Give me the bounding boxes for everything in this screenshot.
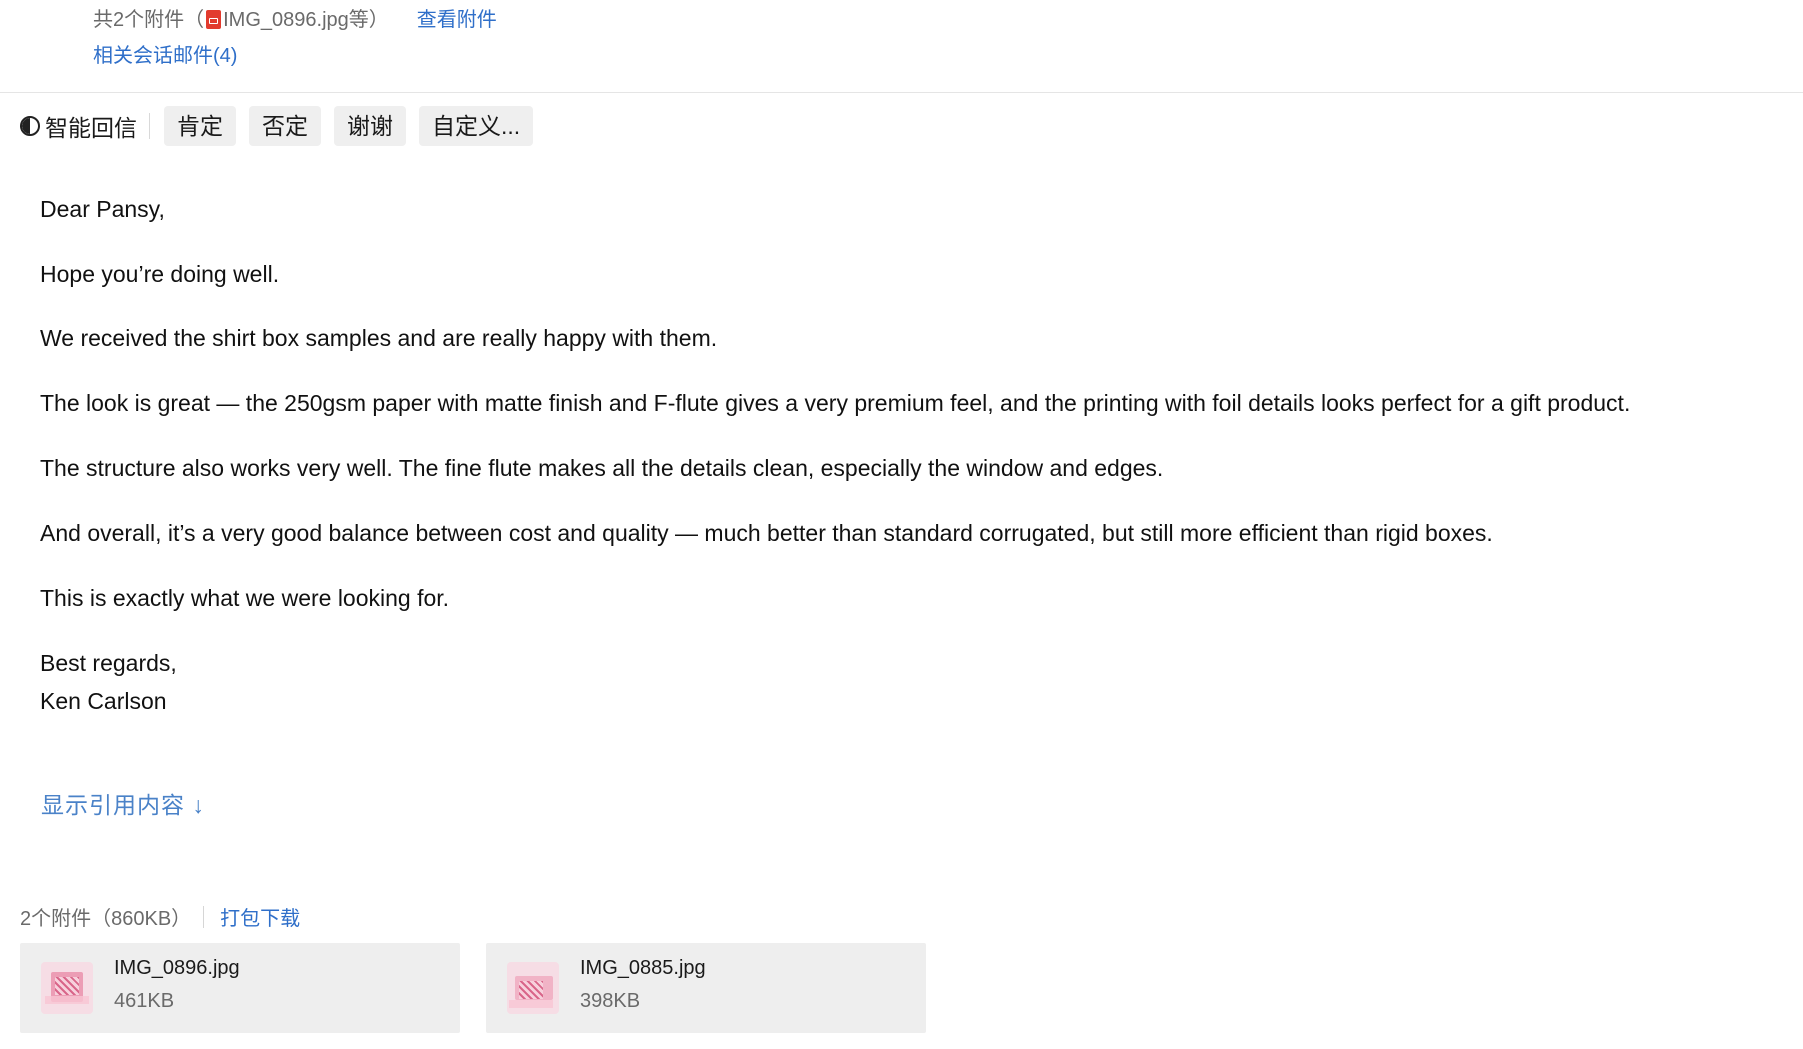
attachment-file-name: IMG_0885.jpg — [580, 957, 706, 979]
smart-reply-chip-thanks[interactable]: 谢谢 — [334, 106, 406, 146]
show-quoted-content-link[interactable]: 显示引用内容 ↓ — [41, 786, 205, 820]
smart-reply-label: 智能回信 — [20, 113, 150, 141]
related-mails-link[interactable]: 相关会话邮件(4) — [93, 42, 237, 70]
mail-paragraph: Hope you’re doing well. — [40, 261, 280, 287]
mail-greeting: Dear Pansy, — [40, 196, 165, 222]
mail-paragraph: And overall, it’s a very good balance be… — [40, 520, 1493, 546]
smart-reply-label-text: 智能回信 — [45, 115, 137, 141]
smart-reply-icon — [20, 116, 40, 136]
attachments-count: 2个附件（860KB） — [20, 908, 192, 930]
smart-reply-chip-custom[interactable]: 自定义... — [419, 106, 534, 146]
image-thumbnail-icon — [507, 962, 559, 1014]
attachment-file-name: IMG_0896.jpg — [114, 957, 240, 979]
view-attachments-link[interactable]: 查看附件 — [417, 9, 497, 31]
mail-reader: 共2个附件（ IMG_0896.jpg等） 查看附件 相关会话邮件(4) 智能回信 … — [0, 0, 1803, 1049]
attachment-card[interactable]: IMG_0896.jpg 461KB — [20, 943, 460, 1033]
attachments-header-divider — [203, 905, 205, 928]
mail-paragraph: The look is great — the 250gsm paper wit… — [40, 390, 1631, 416]
mail-paragraph: This is exactly what we were looking for… — [40, 585, 450, 611]
attachments-header: 2个附件（860KB） 打包下载 — [20, 902, 300, 931]
smart-reply-bar: 智能回信 肯定 否定 谢谢 自定义... — [20, 106, 534, 146]
mail-paragraph: The structure also works very well. The … — [40, 455, 1164, 481]
attachment-summary-file: IMG_0896.jpg等 — [223, 9, 369, 31]
mail-closing: Best regards, — [40, 650, 177, 676]
attachment-file-size: 398KB — [580, 990, 641, 1012]
attachment-summary-prefix: 共2个附件（ — [93, 9, 205, 31]
download-all-link[interactable]: 打包下载 — [220, 902, 300, 931]
pdf-file-icon — [206, 10, 222, 29]
attachment-file-size: 461KB — [114, 990, 175, 1012]
mail-paragraph: We received the shirt box samples and ar… — [40, 325, 718, 351]
smart-reply-chip-deny[interactable]: 否定 — [249, 106, 321, 146]
mail-signature: Ken Carlson — [40, 688, 167, 714]
attachment-summary-suffix: ） — [368, 9, 389, 31]
attachment-summary: 共2个附件（ IMG_0896.jpg等） 查看附件 — [93, 6, 497, 34]
image-thumbnail-icon — [41, 962, 93, 1014]
header-divider — [0, 92, 1803, 93]
smart-reply-chip-affirm[interactable]: 肯定 — [164, 106, 236, 146]
attachment-card[interactable]: IMG_0885.jpg 398KB — [486, 943, 926, 1033]
